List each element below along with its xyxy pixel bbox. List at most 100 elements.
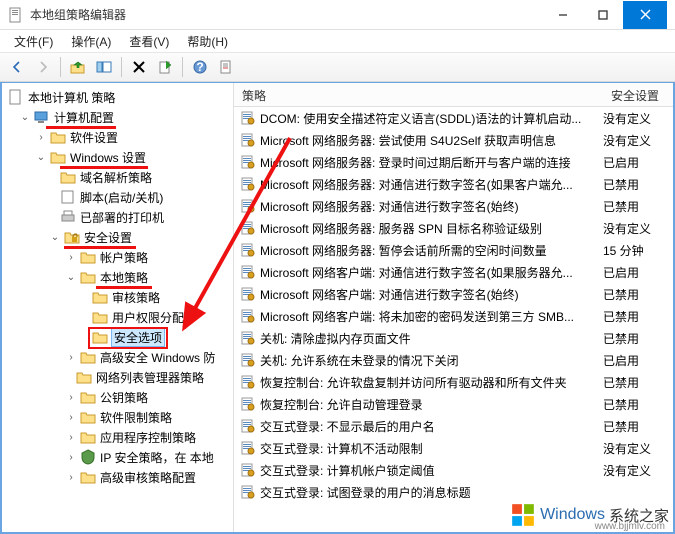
- tree-pane: 本地计算机 策略 ⌄ 计算机配置 › 软件设置 ⌄ Windows 设置: [2, 83, 234, 532]
- policy-row[interactable]: Microsoft 网络服务器: 尝试使用 S4U2Self 获取声明信息没有定…: [234, 129, 673, 151]
- policy-name: Microsoft 网络服务器: 登录时间过期后断开与客户端的连接: [260, 154, 603, 171]
- collapse-icon[interactable]: ⌄: [64, 270, 78, 284]
- policy-value: 已启用: [603, 264, 667, 281]
- policy-row[interactable]: Microsoft 网络客户端: 对通信进行数字签名(始终)已禁用: [234, 283, 673, 305]
- app-icon: [8, 7, 24, 23]
- export-button[interactable]: [154, 56, 176, 78]
- lock-folder-icon: [64, 229, 80, 245]
- tree-label: 软件设置: [70, 129, 118, 146]
- tree-security-settings[interactable]: ⌄ 安全设置: [4, 227, 233, 247]
- tree-scripts[interactable]: 脚本(启动/关机): [4, 187, 233, 207]
- collapse-icon[interactable]: ⌄: [18, 110, 32, 124]
- policy-item-icon: [240, 198, 256, 214]
- tree-local-policy[interactable]: ⌄ 本地策略: [4, 267, 233, 287]
- show-tree-button[interactable]: [93, 56, 115, 78]
- expand-icon[interactable]: ›: [64, 450, 78, 464]
- tree-label: IP 安全策略，在 本地: [100, 449, 214, 466]
- column-setting[interactable]: 安全设置: [603, 83, 673, 106]
- policy-row[interactable]: Microsoft 网络服务器: 服务器 SPN 目标名称验证级别没有定义: [234, 217, 673, 239]
- policy-row[interactable]: Microsoft 网络服务器: 对通信进行数字签名(始终)已禁用: [234, 195, 673, 217]
- menu-file[interactable]: 文件(F): [6, 31, 61, 52]
- expand-icon[interactable]: ›: [64, 250, 78, 264]
- policy-value: 没有定义: [603, 132, 667, 149]
- properties-button[interactable]: [215, 56, 237, 78]
- tree-network-list[interactable]: 网络列表管理器策略: [4, 367, 233, 387]
- expand-icon[interactable]: ›: [64, 430, 78, 444]
- tree-dns-policy[interactable]: 域名解析策略: [4, 167, 233, 187]
- minimize-button[interactable]: [543, 1, 583, 29]
- folder-icon: [76, 369, 92, 385]
- policy-tree[interactable]: 本地计算机 策略 ⌄ 计算机配置 › 软件设置 ⌄ Windows 设置: [2, 83, 233, 532]
- collapse-icon[interactable]: ⌄: [48, 230, 62, 244]
- help-button[interactable]: ?: [189, 56, 211, 78]
- policy-item-icon: [240, 154, 256, 170]
- tree-adv-audit[interactable]: › 高级审核策略配置: [4, 467, 233, 487]
- windows-logo-icon: [510, 502, 536, 528]
- tree-public-key[interactable]: › 公钥策略: [4, 387, 233, 407]
- policy-item-icon: [240, 484, 256, 500]
- tree-software-restrict[interactable]: › 软件限制策略: [4, 407, 233, 427]
- up-folder-button[interactable]: [67, 56, 89, 78]
- expand-icon[interactable]: ›: [64, 390, 78, 404]
- policy-name: DCOM: 使用安全描述符定义语言(SDDL)语法的计算机启动...: [260, 110, 603, 127]
- tree-ipsec[interactable]: › IP 安全策略，在 本地: [4, 447, 233, 467]
- tree-user-rights[interactable]: 用户权限分配: [4, 307, 233, 327]
- column-policy[interactable]: 策略: [234, 83, 603, 106]
- policy-row[interactable]: 交互式登录: 不显示最后的用户名已禁用: [234, 415, 673, 437]
- policy-value: 没有定义: [603, 462, 667, 479]
- policy-name: 交互式登录: 不显示最后的用户名: [260, 418, 603, 435]
- policy-row[interactable]: Microsoft 网络服务器: 暂停会话前所需的空闲时间数量15 分钟: [234, 239, 673, 261]
- tree-account-policy[interactable]: › 帐户策略: [4, 247, 233, 267]
- policy-row[interactable]: Microsoft 网络客户端: 将未加密的密码发送到第三方 SMB...已禁用: [234, 305, 673, 327]
- policy-name: 关机: 允许系统在未登录的情况下关闭: [260, 352, 603, 369]
- tree-app-control[interactable]: › 应用程序控制策略: [4, 427, 233, 447]
- policy-row[interactable]: 交互式登录: 计算机不活动限制没有定义: [234, 437, 673, 459]
- policy-row[interactable]: 恢复控制台: 允许软盘复制并访问所有驱动器和所有文件夹已禁用: [234, 371, 673, 393]
- svg-text:?: ?: [196, 60, 203, 74]
- tree-root[interactable]: 本地计算机 策略: [4, 87, 233, 107]
- toolbar: ?: [0, 52, 675, 82]
- list-pane: 策略 安全设置 DCOM: 使用安全描述符定义语言(SDDL)语法的计算机启动.…: [234, 83, 673, 532]
- expand-icon[interactable]: ›: [64, 470, 78, 484]
- expand-icon[interactable]: ›: [64, 410, 78, 424]
- watermark-brand: Windows: [540, 506, 605, 524]
- menu-action[interactable]: 操作(A): [63, 31, 119, 52]
- policy-row[interactable]: 交互式登录: 试图登录的用户的消息标题: [234, 481, 673, 503]
- back-button[interactable]: [6, 56, 28, 78]
- forward-button[interactable]: [32, 56, 54, 78]
- expand-icon[interactable]: ›: [34, 130, 48, 144]
- policy-row[interactable]: Microsoft 网络服务器: 登录时间过期后断开与客户端的连接已启用: [234, 151, 673, 173]
- policy-item-icon: [240, 132, 256, 148]
- tree-windows-settings[interactable]: ⌄ Windows 设置: [4, 147, 233, 167]
- tree-computer-config[interactable]: ⌄ 计算机配置: [4, 107, 233, 127]
- policy-row[interactable]: DCOM: 使用安全描述符定义语言(SDDL)语法的计算机启动...没有定义: [234, 107, 673, 129]
- policy-row[interactable]: 交互式登录: 计算机帐户锁定阈值没有定义: [234, 459, 673, 481]
- policy-icon: [8, 89, 24, 105]
- tree-audit-policy[interactable]: 审核策略: [4, 287, 233, 307]
- menu-help[interactable]: 帮助(H): [179, 31, 236, 52]
- tree-label: 已部署的打印机: [80, 209, 164, 226]
- expand-icon[interactable]: ›: [64, 350, 78, 364]
- delete-button[interactable]: [128, 56, 150, 78]
- printer-icon: [60, 209, 76, 225]
- menu-view[interactable]: 查看(V): [121, 31, 177, 52]
- policy-list[interactable]: DCOM: 使用安全描述符定义语言(SDDL)语法的计算机启动...没有定义Mi…: [234, 107, 673, 532]
- policy-row[interactable]: 恢复控制台: 允许自动管理登录已禁用: [234, 393, 673, 415]
- tree-windows-firewall[interactable]: › 高级安全 Windows 防: [4, 347, 233, 367]
- tree-label: 安全选项: [112, 329, 164, 346]
- collapse-icon[interactable]: ⌄: [34, 150, 48, 164]
- folder-icon: [80, 249, 96, 265]
- policy-row[interactable]: Microsoft 网络服务器: 对通信进行数字签名(如果客户端允...已禁用: [234, 173, 673, 195]
- policy-row[interactable]: 关机: 允许系统在未登录的情况下关闭已启用: [234, 349, 673, 371]
- tree-label: 帐户策略: [100, 249, 148, 266]
- folder-icon: [80, 389, 96, 405]
- tree-software-settings[interactable]: › 软件设置: [4, 127, 233, 147]
- tree-printers[interactable]: 已部署的打印机: [4, 207, 233, 227]
- policy-item-icon: [240, 330, 256, 346]
- policy-item-icon: [240, 418, 256, 434]
- close-button[interactable]: [623, 1, 667, 29]
- maximize-button[interactable]: [583, 1, 623, 29]
- policy-row[interactable]: Microsoft 网络客户端: 对通信进行数字签名(如果服务器允...已启用: [234, 261, 673, 283]
- tree-security-options[interactable]: 安全选项: [4, 327, 233, 347]
- policy-row[interactable]: 关机: 清除虚拟内存页面文件已禁用: [234, 327, 673, 349]
